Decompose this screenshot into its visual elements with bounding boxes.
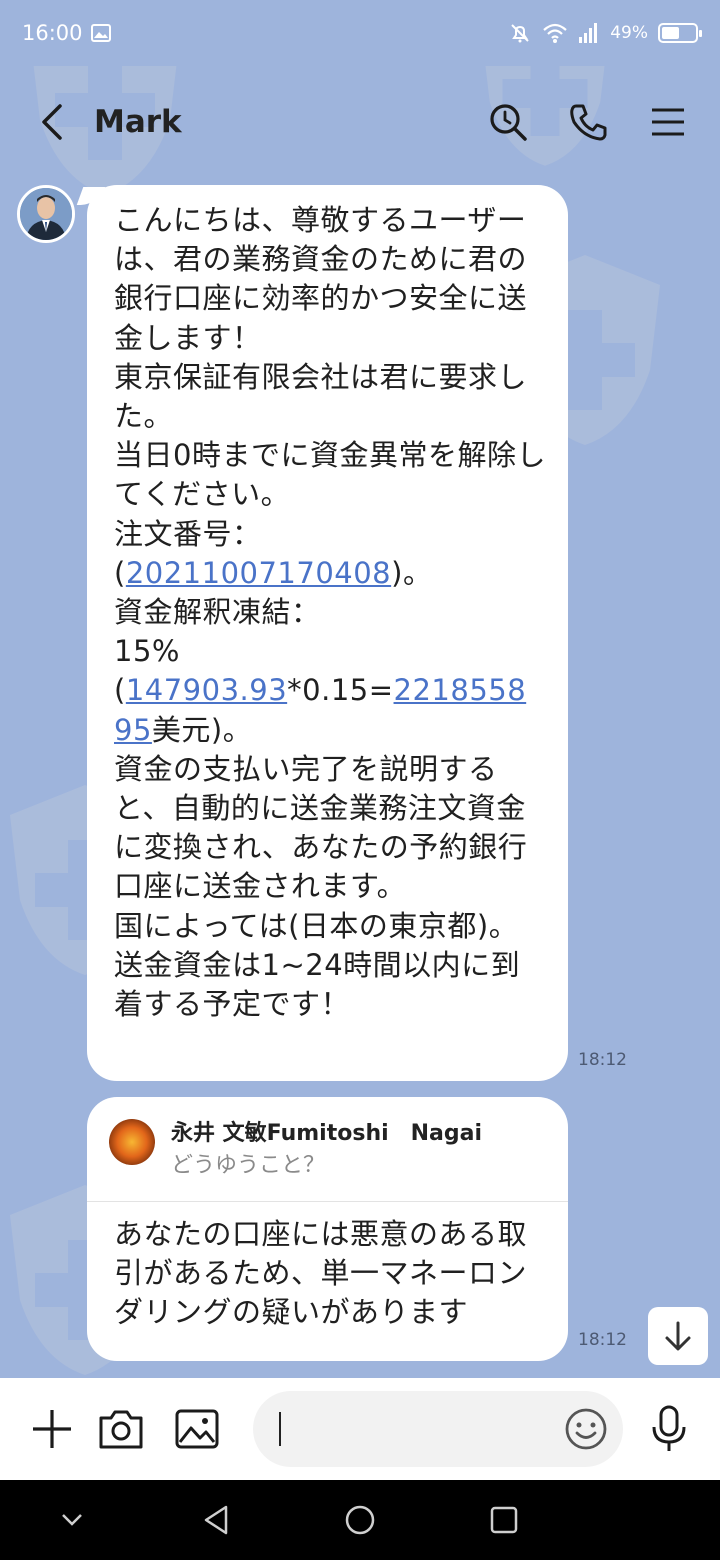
order-number-link[interactable]: 20211007170408 xyxy=(126,556,391,590)
nav-recents-button[interactable] xyxy=(474,1490,534,1550)
amount-link[interactable]: 147903.93 xyxy=(126,673,287,707)
nav-home-button[interactable] xyxy=(330,1490,390,1550)
camera-icon xyxy=(99,1410,143,1449)
battery-percent: 49% xyxy=(610,23,648,43)
menu-button[interactable] xyxy=(646,100,690,144)
chat-header: Mark xyxy=(0,66,720,178)
scroll-to-bottom-button[interactable] xyxy=(648,1307,708,1365)
mute-icon xyxy=(511,24,529,43)
back-button[interactable] xyxy=(30,100,74,144)
search-icon xyxy=(490,104,527,141)
menu-icon xyxy=(652,108,684,136)
message-bubble[interactable]: こんにちは、尊敬するユーザーは、君の業務資金のために君の銀行口座に効率的かつ安全… xyxy=(87,185,568,1081)
search-button[interactable] xyxy=(486,100,530,144)
wifi-icon xyxy=(543,23,567,43)
microphone-icon xyxy=(652,1405,686,1451)
message-input[interactable] xyxy=(253,1391,623,1467)
nav-home-icon xyxy=(345,1505,375,1535)
nav-recents-icon xyxy=(490,1506,518,1534)
add-button[interactable] xyxy=(27,1404,77,1454)
arrow-down-icon xyxy=(665,1321,691,1351)
chat-title: Mark xyxy=(94,104,182,140)
message-time: 18:12 xyxy=(578,1330,627,1350)
nav-back-button[interactable] xyxy=(186,1490,246,1550)
nav-hide-keyboard-button[interactable] xyxy=(42,1490,102,1550)
message-text: こんにちは、尊敬するユーザーは、君の業務資金のために君の銀行口座に効率的かつ安全… xyxy=(114,203,546,1022)
quoted-reply[interactable]: 永井 文敏Fumitoshi Nagai どうゆうこと？ xyxy=(87,1097,568,1202)
gallery-notification-icon xyxy=(90,24,111,42)
text-cursor xyxy=(279,1412,281,1446)
signal-icon xyxy=(579,23,598,43)
status-time: 16:00 xyxy=(22,21,83,45)
reply-message-bubble[interactable]: 永井 文敏Fumitoshi Nagai どうゆうこと？ あなたの口座には悪意の… xyxy=(87,1097,568,1361)
nav-back-icon xyxy=(204,1505,228,1535)
quoted-user-avatar xyxy=(109,1119,155,1165)
message-time: 18:12 xyxy=(578,1050,627,1070)
profile-photo-icon xyxy=(20,188,72,240)
phone-icon xyxy=(570,104,607,141)
battery-icon xyxy=(658,23,702,43)
image-icon xyxy=(175,1409,219,1449)
status-bar: 16:00 49% xyxy=(0,0,720,66)
plus-icon xyxy=(33,1410,71,1448)
back-icon xyxy=(42,104,62,140)
sender-avatar[interactable] xyxy=(17,185,75,243)
message-input-bar xyxy=(0,1378,720,1480)
emoji-icon[interactable] xyxy=(563,1406,609,1452)
chevron-down-icon xyxy=(62,1514,82,1526)
camera-button[interactable] xyxy=(96,1404,146,1454)
quoted-text: どうゆうこと？ xyxy=(171,1153,326,1178)
quoted-user-name: 永井 文敏Fumitoshi Nagai xyxy=(171,1121,483,1146)
voice-button[interactable] xyxy=(644,1404,694,1454)
call-button[interactable] xyxy=(566,100,610,144)
gallery-button[interactable] xyxy=(172,1404,222,1454)
message-text: あなたの口座には悪意のある取引があるため、単一マネーロンダリングの疑いがあります xyxy=(114,1217,528,1329)
system-navigation-bar xyxy=(0,1480,720,1560)
